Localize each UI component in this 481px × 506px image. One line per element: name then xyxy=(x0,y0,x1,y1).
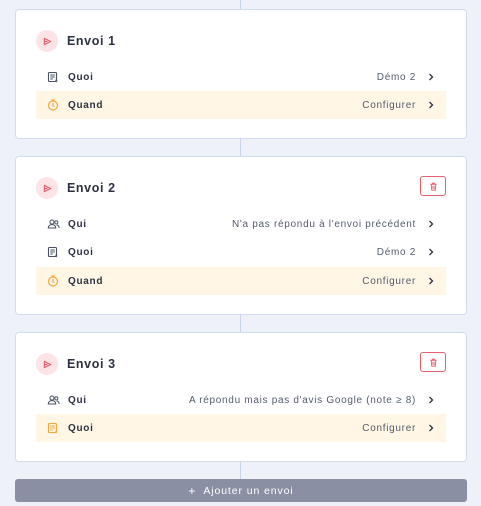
message-form-icon xyxy=(46,70,60,84)
chevron-right-icon xyxy=(428,220,436,228)
chevron-right-icon xyxy=(428,101,436,109)
envoi-title: Envoi 2 xyxy=(67,181,116,195)
row-value: N'a pas répondu à l'envoi précédent xyxy=(232,218,416,230)
row-label: Qui xyxy=(68,394,87,406)
row-quoi[interactable]: Quoi Démo 2 xyxy=(36,63,446,91)
users-icon xyxy=(46,217,60,231)
clock-icon xyxy=(46,274,60,288)
row-label: Quoi xyxy=(68,246,94,258)
campaign-sequence: Envoi 1 Quoi Démo 2 Quand Configurer Env… xyxy=(0,0,481,506)
row-value: Configurer xyxy=(362,422,416,434)
connector-line xyxy=(240,462,241,479)
trash-icon xyxy=(429,182,437,191)
row-label: Quand xyxy=(68,275,104,287)
add-envoi-button[interactable]: + Ajouter un envoi xyxy=(15,479,467,502)
add-envoi-label: Ajouter un envoi xyxy=(203,484,294,497)
chevron-right-icon xyxy=(428,277,436,285)
chevron-right-icon xyxy=(428,73,436,81)
chevron-right-icon xyxy=(428,248,436,256)
chevron-right-icon xyxy=(428,424,436,432)
connector-line xyxy=(240,315,241,332)
chevron-right-icon xyxy=(428,396,436,404)
delete-button[interactable] xyxy=(420,352,446,372)
envoi-header: Envoi 2 xyxy=(36,175,446,201)
clock-icon xyxy=(46,98,60,112)
row-label: Quand xyxy=(68,99,104,111)
send-icon xyxy=(36,353,58,375)
row-label: Quoi xyxy=(68,422,94,434)
row-value: A répondu mais pas d'avis Google (note ≥… xyxy=(188,394,416,406)
connector-line xyxy=(240,0,241,9)
row-qui[interactable]: Qui N'a pas répondu à l'envoi précédent xyxy=(36,210,446,238)
row-qui[interactable]: Qui A répondu mais pas d'avis Google (no… xyxy=(36,386,446,414)
row-value: Configurer xyxy=(362,275,416,287)
envoi-title: Envoi 3 xyxy=(67,357,116,371)
users-icon xyxy=(46,393,60,407)
row-quand[interactable]: Quand Configurer xyxy=(36,267,446,295)
message-form-icon xyxy=(46,421,60,435)
connector-line xyxy=(240,139,241,156)
envoi-card-1: Envoi 1 Quoi Démo 2 Quand Configurer xyxy=(15,9,467,139)
row-label: Qui xyxy=(68,218,87,230)
send-icon xyxy=(36,30,58,52)
plus-icon: + xyxy=(188,483,197,498)
send-icon xyxy=(36,177,58,199)
row-quoi[interactable]: Quoi Démo 2 xyxy=(36,238,446,266)
row-label: Quoi xyxy=(68,71,94,83)
row-value: Démo 2 xyxy=(376,71,416,83)
row-quand[interactable]: Quand Configurer xyxy=(36,91,446,119)
envoi-title: Envoi 1 xyxy=(67,34,116,48)
row-quoi[interactable]: Quoi Configurer xyxy=(36,414,446,442)
envoi-card-2: Envoi 2 Qui N'a pas répondu à l'envoi pr… xyxy=(15,156,467,315)
envoi-card-3: Envoi 3 Qui A répondu mais pas d'avis Go… xyxy=(15,332,467,462)
message-form-icon xyxy=(46,245,60,259)
row-value: Configurer xyxy=(362,99,416,111)
envoi-header: Envoi 3 xyxy=(36,351,446,377)
row-value: Démo 2 xyxy=(376,246,416,258)
trash-icon xyxy=(429,358,437,367)
delete-button[interactable] xyxy=(420,176,446,196)
envoi-header: Envoi 1 xyxy=(36,28,446,54)
